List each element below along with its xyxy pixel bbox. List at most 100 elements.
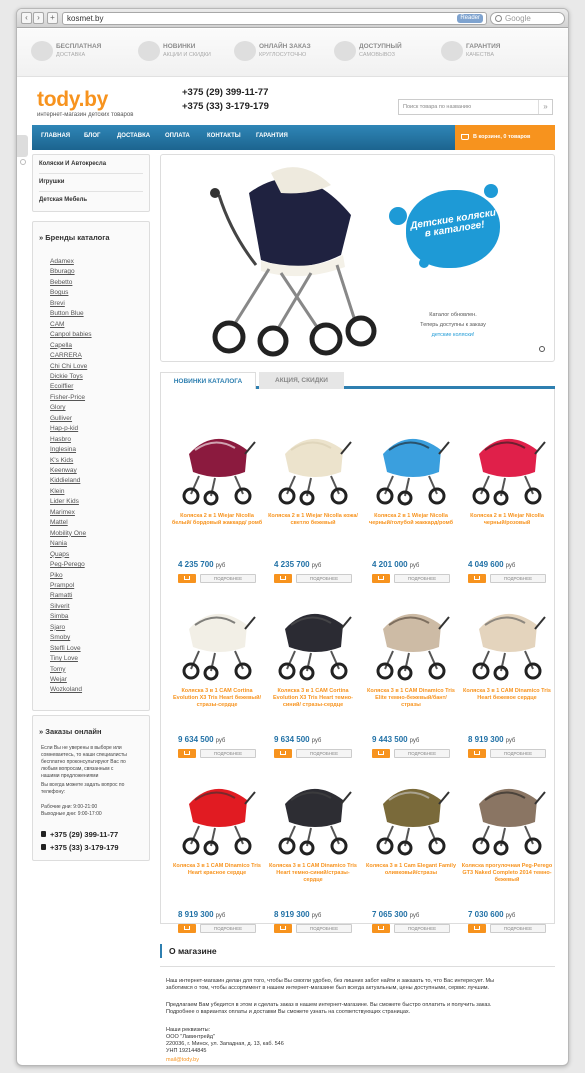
brand-link[interactable]: Marimex [50, 509, 75, 516]
product-card[interactable]: Коляска 3 в 1 CAM Dinamico Tris Elite те… [365, 589, 457, 758]
details-button[interactable]: ПОДРОБНЕЕ [200, 749, 256, 758]
brand-link[interactable]: Fisher-Price [50, 394, 85, 401]
add-to-cart-button[interactable] [468, 924, 486, 933]
tab-sales[interactable]: АКЦИЯ, СКИДКИ [259, 372, 344, 389]
brand-link[interactable]: Wozkoland [50, 686, 82, 693]
brand-link[interactable]: Bogus [50, 289, 68, 296]
brand-link[interactable]: Prampol [50, 582, 74, 589]
brand-link[interactable]: Mattel [50, 519, 68, 526]
add-to-cart-button[interactable] [468, 574, 486, 583]
about-email-link[interactable]: mail@tody.by [166, 1057, 199, 1063]
brand-link[interactable]: Chi Chi Love [50, 363, 87, 370]
details-button[interactable]: ПОДРОБНЕЕ [200, 924, 256, 933]
site-logo[interactable]: tody.by [37, 88, 108, 112]
product-card[interactable]: Коляска 2 в 1 Wiejar Nicolla белый/ борд… [171, 414, 263, 583]
add-to-cart-button[interactable] [178, 924, 196, 933]
product-card[interactable]: Коляска 2 в 1 Wiejar Nicolla черный/розо… [461, 414, 553, 583]
product-card[interactable]: Коляска 2 в 1 Wiejar Nicolla кожа/светло… [267, 414, 359, 583]
details-button[interactable]: ПОДРОБНЕЕ [394, 924, 450, 933]
product-name[interactable]: Коляска 2 в 1 Wiejar Nicolla черный/голу… [365, 513, 457, 527]
product-card[interactable]: Коляска 2 в 1 Wiejar Nicolla черный/голу… [365, 414, 457, 583]
product-name[interactable]: Коляска 2 в 1 Wiejar Nicolla черный/розо… [461, 513, 553, 527]
product-image[interactable] [271, 770, 355, 858]
product-image[interactable] [369, 595, 453, 683]
brand-link[interactable]: Klein [50, 488, 64, 495]
brand-link[interactable]: Smoby [50, 634, 70, 641]
brand-link[interactable]: Bburago [50, 268, 75, 275]
add-tab-button[interactable]: + [47, 12, 58, 24]
brand-link[interactable]: K's Kids [50, 457, 73, 464]
details-button[interactable]: ПОДРОБНЕЕ [490, 749, 546, 758]
brand-link[interactable]: Keenway [50, 467, 77, 474]
brand-link[interactable]: Tomy [50, 666, 66, 673]
brand-link[interactable]: Glory [50, 404, 66, 411]
add-to-cart-button[interactable] [372, 924, 390, 933]
site-search-input[interactable]: Поиск товара по названию » [398, 99, 553, 115]
product-card[interactable]: Коляска прогулочная Peg-Perego GT3 Naked… [461, 764, 553, 933]
product-name[interactable]: Коляска 3 в 1 CAM Dinamico Tris Heart бе… [461, 688, 553, 702]
product-card[interactable]: Коляска 3 в 1 Cam Elegant Family оливков… [365, 764, 457, 933]
product-name[interactable]: Коляска 3 в 1 CAM Dinamico Tris Heart кр… [171, 863, 263, 877]
details-button[interactable]: ПОДРОБНЕЕ [296, 574, 352, 583]
product-name[interactable]: Коляска 2 в 1 Wiejar Nicolla кожа/светло… [267, 513, 359, 527]
details-button[interactable]: ПОДРОБНЕЕ [490, 924, 546, 933]
add-to-cart-button[interactable] [274, 574, 292, 583]
brand-link[interactable]: Bebetto [50, 279, 72, 286]
product-image[interactable] [175, 595, 259, 683]
add-to-cart-button[interactable] [178, 749, 196, 758]
slider-dot[interactable] [539, 346, 545, 352]
product-card[interactable]: Коляска 3 в 1 CAM Dinamico Tris Heart бе… [461, 589, 553, 758]
product-name[interactable]: Коляска 3 в 1 CAM Cortina Evolution X3 T… [171, 688, 263, 709]
add-to-cart-button[interactable] [372, 749, 390, 758]
brand-link[interactable]: Inglesina [50, 446, 76, 453]
search-submit-icon[interactable]: » [538, 100, 552, 114]
brand-link[interactable]: CARRERA [50, 352, 82, 359]
menu-item[interactable]: КОНТАКТЫ [207, 133, 241, 139]
brand-link[interactable]: Lider Kids [50, 498, 79, 505]
product-card[interactable]: Коляска 3 в 1 CAM Dinamico Tris Heart кр… [171, 764, 263, 933]
brand-link[interactable]: Button Blue [50, 310, 84, 317]
brand-link[interactable]: Steffi Love [50, 645, 81, 652]
add-to-cart-button[interactable] [274, 749, 292, 758]
brand-link[interactable]: Piko [50, 572, 63, 579]
add-to-cart-button[interactable] [178, 574, 196, 583]
category-item[interactable]: Коляски И Автокресла [39, 161, 106, 167]
product-name[interactable]: Коляска 2 в 1 Wiejar Nicolla белый/ борд… [171, 513, 263, 527]
product-card[interactable]: Коляска 3 в 1 CAM Dinamico Tris Heart те… [267, 764, 359, 933]
product-card[interactable]: Коляска 3 в 1 CAM Cortina Evolution X3 T… [171, 589, 263, 758]
brand-link[interactable]: Adamex [50, 258, 74, 265]
product-image[interactable] [369, 770, 453, 858]
promo-banner[interactable]: Детские коляски в каталоге! Каталог обно… [160, 154, 555, 362]
product-image[interactable] [271, 420, 355, 508]
details-button[interactable]: ПОДРОБНЕЕ [200, 574, 256, 583]
brand-link[interactable]: Sjaro [50, 624, 65, 631]
brand-link[interactable]: Ramatti [50, 592, 72, 599]
brand-link[interactable]: Wejar [50, 676, 67, 683]
product-image[interactable] [465, 420, 549, 508]
brand-link[interactable]: Simba [50, 613, 68, 620]
category-item[interactable]: Детская Мебель [39, 197, 87, 203]
brand-link[interactable]: Quaps [50, 551, 69, 558]
brand-link[interactable]: Mobility One [50, 530, 86, 537]
brand-link[interactable]: Peg-Perego [50, 561, 85, 568]
menu-item[interactable]: ГАРАНТИЯ [256, 133, 288, 139]
product-image[interactable] [369, 420, 453, 508]
brand-link[interactable]: Brevi [50, 300, 65, 307]
product-card[interactable]: Коляска 3 в 1 CAM Cortina Evolution X3 T… [267, 589, 359, 758]
brand-link[interactable]: Canpol babies [50, 331, 92, 338]
product-image[interactable] [175, 770, 259, 858]
details-button[interactable]: ПОДРОБНЕЕ [394, 749, 450, 758]
cart-button[interactable]: В корзине, 0 товаров [455, 125, 555, 150]
brand-link[interactable]: Gulliver [50, 415, 72, 422]
banner-caption-link[interactable]: детские коляски! [383, 332, 523, 338]
brand-link[interactable]: Capella [50, 342, 72, 349]
product-name[interactable]: Коляска 3 в 1 CAM Dinamico Tris Elite те… [365, 688, 457, 709]
category-item[interactable]: Игрушки [39, 179, 64, 185]
brand-link[interactable]: Hap-p-kid [50, 425, 78, 432]
menu-item[interactable]: ДОСТАВКА [117, 133, 150, 139]
add-to-cart-button[interactable] [468, 749, 486, 758]
address-bar[interactable]: kosmet.by Reader [62, 12, 487, 25]
brand-link[interactable]: Tiny Love [50, 655, 78, 662]
details-button[interactable]: ПОДРОБНЕЕ [394, 574, 450, 583]
browser-search-field[interactable]: Google [490, 12, 565, 25]
